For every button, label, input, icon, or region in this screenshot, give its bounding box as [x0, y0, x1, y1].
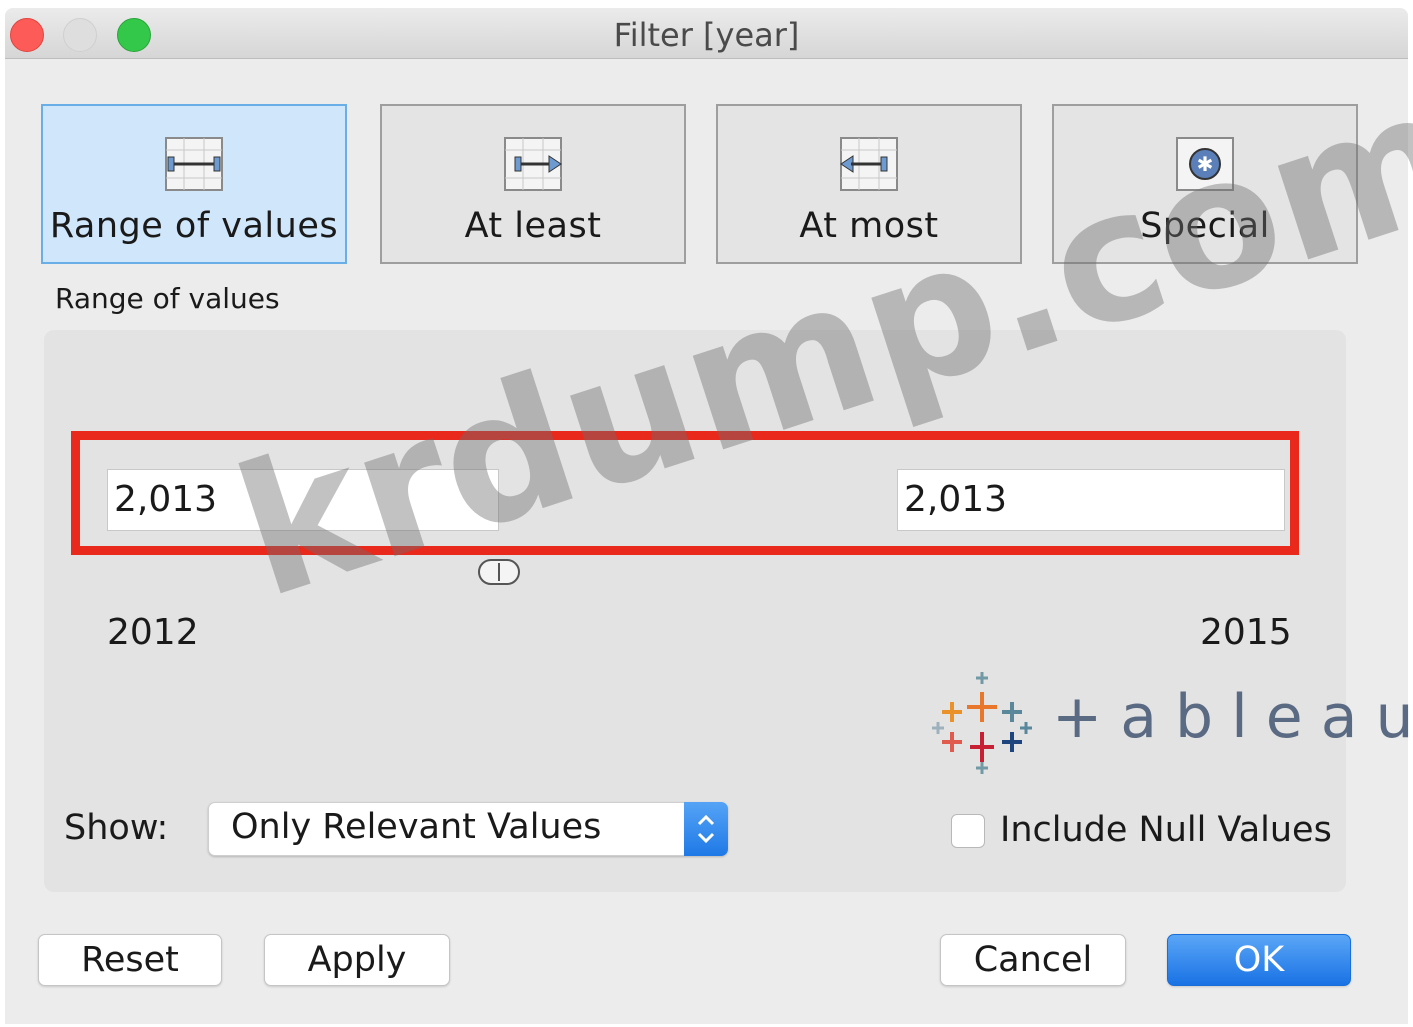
tableau-logo: +ableau [930, 670, 1413, 780]
mode-at-least-button[interactable]: At least [380, 104, 686, 264]
at-most-icon [840, 137, 898, 191]
reset-button[interactable]: Reset [38, 934, 222, 986]
tableau-logo-text: +ableau [1052, 682, 1413, 752]
highlight-annotation-box [71, 431, 1299, 555]
show-selected-value: Only Relevant Values [231, 807, 602, 847]
section-label: Range of values [55, 282, 280, 315]
show-label: Show: [64, 808, 169, 848]
tableau-logo-mark-icon [932, 672, 1032, 774]
mode-special-button[interactable]: ✱ Special [1052, 104, 1358, 264]
show-values-select[interactable]: Only Relevant Values [208, 802, 728, 856]
svg-text:✱: ✱ [1197, 152, 1214, 176]
range-slider-handle[interactable] [478, 559, 520, 585]
mode-label: Special [1140, 206, 1270, 246]
mode-range-of-values-button[interactable]: Range of values [41, 104, 347, 264]
select-arrows-icon[interactable] [684, 802, 728, 856]
mode-label: At most [799, 206, 939, 246]
mode-label: Range of values [49, 206, 339, 246]
window-title: Filter [year] [613, 16, 800, 54]
mode-label: At least [464, 206, 602, 246]
cancel-button[interactable]: Cancel [940, 934, 1126, 986]
range-max-label: 2015 [1200, 612, 1292, 653]
special-icon: ✱ [1176, 137, 1234, 191]
range-icon [165, 137, 223, 191]
title-bar: Filter [year] [5, 8, 1408, 59]
mode-at-most-button[interactable]: At most [716, 104, 1022, 264]
at-least-icon [504, 137, 562, 191]
include-null-label[interactable]: Include Null Values [1000, 810, 1332, 850]
ok-button[interactable]: OK [1167, 934, 1351, 986]
apply-button[interactable]: Apply [264, 934, 450, 986]
include-null-checkbox[interactable] [951, 814, 985, 848]
range-min-label: 2012 [107, 612, 199, 653]
